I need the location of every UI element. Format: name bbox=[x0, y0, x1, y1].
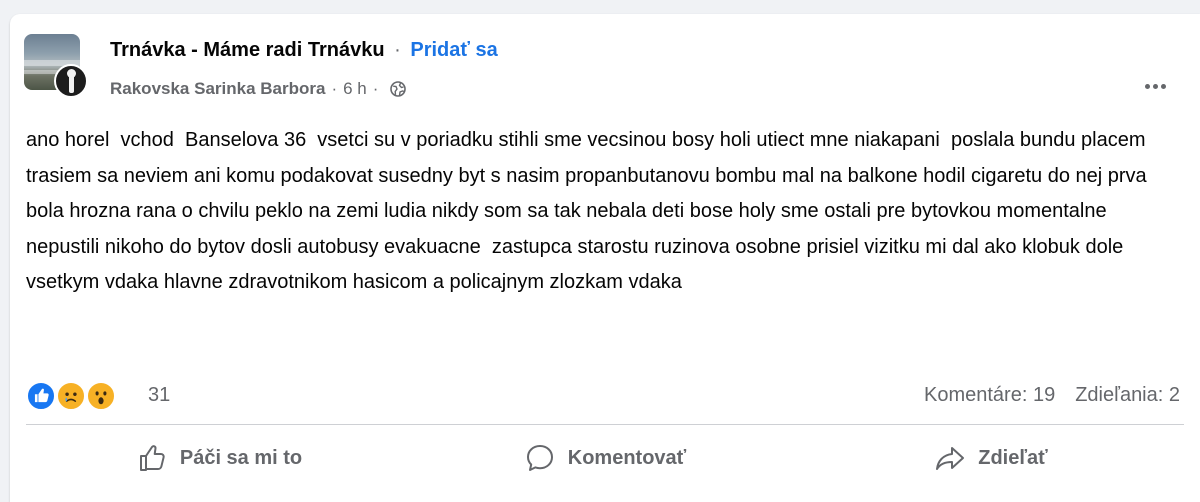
like-button[interactable]: Páči sa mi to bbox=[26, 428, 412, 488]
post-header: Trnávka - Máme radi Trnávku · Pridať sa … bbox=[24, 34, 1200, 104]
share-button-label: Zdieľať bbox=[978, 446, 1048, 469]
post-card: Trnávka - Máme radi Trnávku · Pridať sa … bbox=[10, 14, 1200, 502]
actions-divider bbox=[26, 424, 1184, 425]
title-separator: · bbox=[394, 39, 401, 61]
shares-count-link[interactable]: Zdieľania: 2 bbox=[1075, 384, 1180, 407]
more-options-icon[interactable] bbox=[1145, 84, 1166, 89]
wow-icon[interactable] bbox=[86, 381, 116, 411]
post-meta: Rakovska Sarinka Barbora · 6 h · bbox=[110, 79, 407, 99]
reaction-icons[interactable] bbox=[26, 381, 136, 411]
sad-icon[interactable] bbox=[56, 381, 86, 411]
user-avatar[interactable] bbox=[54, 64, 88, 98]
like-button-label: Páči sa mi to bbox=[179, 446, 303, 469]
share-button[interactable]: Zdieľať bbox=[798, 428, 1184, 488]
comments-count-link[interactable]: Komentáre: 19 bbox=[924, 384, 1055, 407]
post-stats: Komentáre: 19 Zdieľania: 2 bbox=[924, 384, 1180, 407]
thumbs-up-icon bbox=[139, 445, 165, 471]
post-title-line: Trnávka - Máme radi Trnávku · Pridať sa bbox=[110, 39, 498, 62]
author-link[interactable]: Rakovska Sarinka Barbora bbox=[110, 79, 325, 99]
post-body-text: ano horel vchod Banselova 36 vsetci su v… bbox=[26, 129, 1153, 293]
post-time-link[interactable]: 6 h bbox=[343, 79, 367, 99]
join-group-button[interactable]: Pridať sa bbox=[410, 39, 497, 61]
meta-separator: · bbox=[331, 79, 338, 98]
post-actions-bar: Páči sa mi to Komentovať Zdieľať bbox=[26, 428, 1184, 488]
group-name-link[interactable]: Trnávka - Máme radi Trnávku bbox=[110, 39, 385, 61]
share-icon bbox=[936, 447, 965, 470]
comment-button-label: Komentovať bbox=[567, 446, 687, 469]
like-icon[interactable] bbox=[26, 381, 56, 411]
globe-icon[interactable] bbox=[390, 81, 407, 97]
reaction-count[interactable]: 31 bbox=[148, 384, 170, 407]
reactions-summary: 31 Komentáre: 19 Zdieľania: 2 bbox=[26, 378, 1200, 414]
comment-button[interactable]: Komentovať bbox=[412, 428, 798, 488]
comment-icon bbox=[526, 445, 553, 471]
meta-separator-2: · bbox=[372, 79, 379, 98]
